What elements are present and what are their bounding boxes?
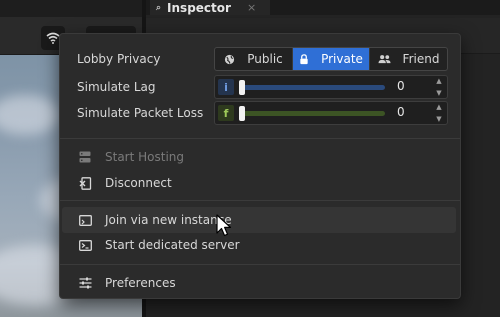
chevron-up-icon[interactable]: ▲ bbox=[436, 103, 441, 111]
simulate-packet-loss-value[interactable]: 0 bbox=[397, 105, 421, 119]
inspector-search-icon: ⌕ bbox=[156, 2, 162, 13]
server-icon bbox=[78, 150, 92, 164]
simulate-packet-loss-row: Simulate Packet Loss f 0 ▲ ▼ bbox=[60, 101, 460, 125]
privacy-option-public[interactable]: Public bbox=[215, 48, 293, 70]
tab-inspector[interactable]: ⌕ Inspector × bbox=[150, 0, 270, 15]
globe-icon bbox=[225, 54, 235, 64]
disconnect-menu-item[interactable]: Disconnect bbox=[62, 170, 456, 196]
chevron-down-icon[interactable]: ▼ bbox=[436, 89, 441, 97]
scene-tab-strip bbox=[0, 0, 142, 17]
simulate-lag-value[interactable]: 0 bbox=[397, 79, 421, 93]
menu-separator bbox=[60, 264, 460, 265]
lock-icon bbox=[300, 53, 308, 64]
tab-inspector-label: Inspector bbox=[167, 0, 231, 15]
lobby-privacy-selector[interactable]: Public Private Friend bbox=[214, 47, 448, 71]
simulate-lag-field[interactable]: i 0 ▲ ▼ bbox=[214, 75, 448, 99]
simulate-lag-handle[interactable] bbox=[239, 80, 245, 95]
menu-separator bbox=[60, 200, 460, 201]
disconnect-label: Disconnect bbox=[105, 176, 172, 190]
sliders-icon bbox=[78, 276, 92, 290]
privacy-option-friend[interactable]: Friend bbox=[370, 48, 447, 70]
simulate-packet-loss-field[interactable]: f 0 ▲ ▼ bbox=[214, 101, 448, 125]
start-hosting-label: Start Hosting bbox=[105, 150, 185, 164]
privacy-option-private-label: Private bbox=[321, 52, 363, 66]
people-icon bbox=[378, 55, 391, 64]
window-icon bbox=[78, 213, 92, 227]
int-type-icon: i bbox=[218, 79, 234, 95]
simulate-packet-loss-label: Simulate Packet Loss bbox=[77, 106, 204, 120]
disconnect-icon bbox=[78, 176, 92, 190]
join-via-new-instance-label: Join via new instance bbox=[105, 213, 232, 227]
simulate-packet-loss-track[interactable] bbox=[239, 111, 385, 116]
join-via-new-instance-menu-item[interactable]: Join via new instance bbox=[62, 207, 456, 233]
simulate-lag-label: Simulate Lag bbox=[77, 80, 156, 94]
start-dedicated-server-label: Start dedicated server bbox=[105, 238, 240, 252]
simulate-packet-loss-spinner[interactable]: ▲ ▼ bbox=[435, 103, 443, 123]
lobby-privacy-label: Lobby Privacy bbox=[77, 52, 161, 66]
preferences-menu-item[interactable]: Preferences bbox=[62, 270, 456, 296]
simulate-lag-row: Simulate Lag i 0 ▲ ▼ bbox=[60, 75, 460, 99]
privacy-option-private[interactable]: Private bbox=[293, 48, 370, 70]
chevron-down-icon[interactable]: ▼ bbox=[436, 115, 441, 123]
chevron-up-icon[interactable]: ▲ bbox=[436, 77, 441, 85]
preferences-label: Preferences bbox=[105, 276, 176, 290]
network-popup-menu: Lobby Privacy Public Private Friend Simu… bbox=[59, 33, 461, 299]
privacy-option-friend-label: Friend bbox=[402, 52, 440, 66]
simulate-lag-track[interactable] bbox=[239, 85, 385, 90]
mouse-cursor-icon bbox=[216, 214, 232, 237]
menu-separator bbox=[60, 138, 460, 139]
privacy-option-public-label: Public bbox=[247, 52, 283, 66]
close-icon[interactable]: × bbox=[247, 1, 256, 14]
simulate-packet-loss-handle[interactable] bbox=[239, 106, 245, 121]
terminal-icon bbox=[78, 238, 92, 252]
float-type-icon: f bbox=[218, 105, 234, 121]
start-dedicated-server-menu-item[interactable]: Start dedicated server bbox=[62, 232, 456, 258]
start-hosting-menu-item[interactable]: Start Hosting bbox=[62, 144, 456, 170]
lobby-privacy-row: Lobby Privacy Public Private Friend bbox=[60, 47, 460, 71]
simulate-lag-spinner[interactable]: ▲ ▼ bbox=[435, 77, 443, 97]
wifi-icon bbox=[46, 32, 60, 44]
